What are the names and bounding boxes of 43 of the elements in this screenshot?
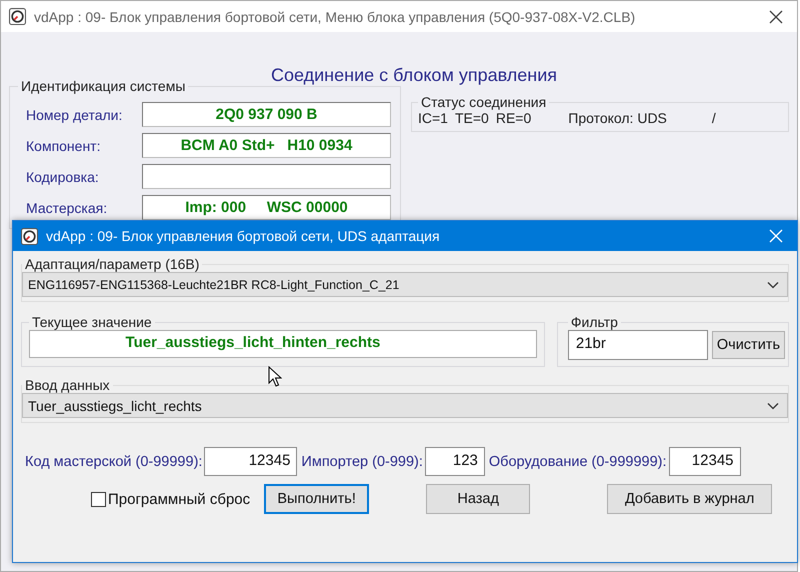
status-text: IC=1 [418,110,448,126]
value-field: Imp: 000 WSC 00000 [142,195,391,220]
cursor-icon [268,366,282,388]
status-text: Протокол: UDS [568,110,667,126]
field-label: Код мастерской (0-99999): [25,454,202,470]
current-value-field: Tuer_ausstiegs_licht_hinten_rechts [29,330,537,358]
group-title: Текущее значение [31,314,153,330]
status-text: / [712,110,716,126]
action-button[interactable]: Добавить в журнал [607,484,772,514]
filter-field[interactable]: 21br [568,330,708,360]
group-title: Фильтр [570,314,619,330]
clear-button[interactable]: Очистить [712,331,785,359]
adaptation-dropdown[interactable]: ENG116957-ENG115368-Leuchte21BR RC8-Light_Function_C_21 [22,272,788,297]
dialog-title: vdApp : 09- Блок управления бортовой сети, UDS адаптация [46,228,441,244]
app-icon [9,8,26,25]
window-title: vdApp : 09- Блок управления бортовой сети, Меню блока управления (5Q0-937-08X-V2.CLB) [34,8,636,24]
checkbox[interactable] [91,492,106,506]
status-text: RE=0 [496,110,532,126]
value-field: 2Q0 937 090 B [142,102,391,127]
field-label: Мастерская: [25,200,108,216]
number-field[interactable]: 123 [424,447,485,476]
field-label: Оборудование (0-999999): [488,454,667,470]
data-input-dropdown[interactable]: Tuer_ausstiegs_licht_rechts [22,393,788,418]
caret-icon [767,280,779,288]
app-icon [21,228,38,244]
number-field[interactable]: 12345 [204,447,298,476]
action-button[interactable]: Выполнить! [264,484,370,514]
section-heading: Соединение с блоком управления [270,65,558,86]
caret-icon [767,402,779,410]
field-label: Компонент: [25,138,102,154]
field-label: Кодировка: [25,168,100,184]
field-label: Импортер (0-999): [301,454,423,470]
checkbox-label: Программный сброс [108,490,250,508]
close-icon[interactable] [769,10,783,24]
group-title: Адаптация/параметр (16В) [24,256,200,272]
action-button[interactable]: Назад [426,484,530,514]
group-title: Статус соединения [420,94,548,110]
value-field: BCM A0 Std+ H10 0934 [142,133,391,158]
number-field[interactable]: 12345 [668,447,741,476]
group-title: Идентификация системы [20,78,186,94]
group-title: Ввод данных [24,377,111,393]
status-text: TE=0 [454,110,489,126]
field-label: Номер детали: [25,106,124,122]
